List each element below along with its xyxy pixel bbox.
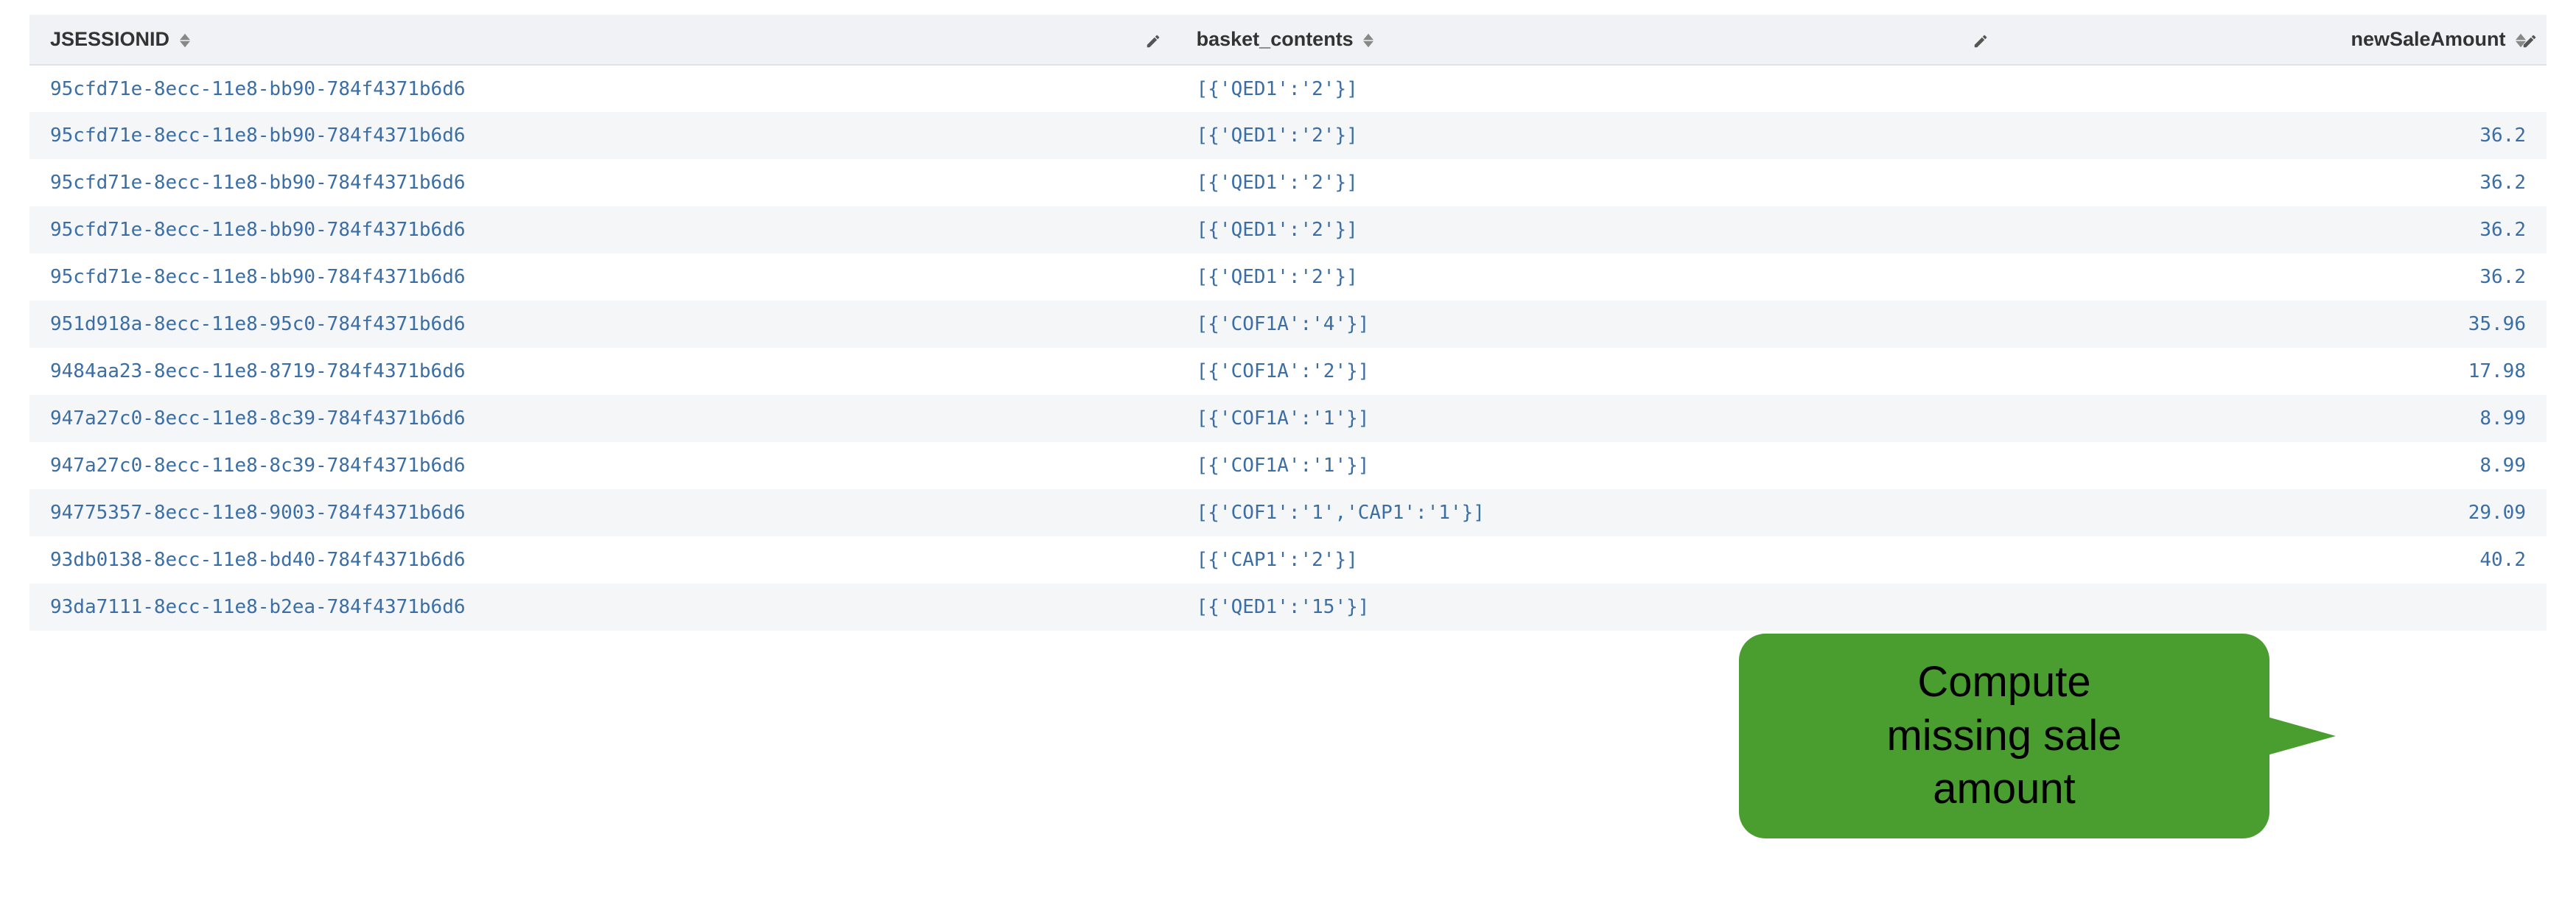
cell-jsessionid: 947a27c0-8ecc-11e8-8c39-784f4371b6d6 (29, 442, 1176, 489)
table-row[interactable]: 95cfd71e-8ecc-11e8-bb90-784f4371b6d6[{'Q… (29, 253, 2547, 301)
callout-line: missing sale (1783, 709, 2225, 763)
cell-jsessionid: 95cfd71e-8ecc-11e8-bb90-784f4371b6d6 (29, 112, 1176, 159)
cell-basket-contents: [{'QED1':'15'}] (1176, 584, 2003, 631)
data-table-container: JSESSIONID basket_contents (0, 0, 2576, 645)
cell-basket-contents: [{'COF1A':'1'}] (1176, 395, 2003, 442)
cell-newsaleamount: 8.99 (2003, 442, 2547, 489)
cell-jsessionid: 9484aa23-8ecc-11e8-8719-784f4371b6d6 (29, 348, 1176, 395)
cell-jsessionid: 95cfd71e-8ecc-11e8-bb90-784f4371b6d6 (29, 159, 1176, 206)
cell-jsessionid: 93da7111-8ecc-11e8-b2ea-784f4371b6d6 (29, 584, 1176, 631)
cell-newsaleamount: 35.96 (2003, 301, 2547, 348)
callout-arrow-icon (2262, 715, 2336, 757)
cell-basket-contents: [{'QED1':'2'}] (1176, 253, 2003, 301)
sort-icon[interactable] (180, 33, 190, 48)
callout-line: Compute (1783, 656, 2225, 709)
column-header-basket-contents[interactable]: basket_contents (1176, 15, 2003, 65)
table-row[interactable]: 95cfd71e-8ecc-11e8-bb90-784f4371b6d6[{'Q… (29, 65, 2547, 112)
callout-line: amount (1783, 763, 2225, 816)
cell-newsaleamount: 8.99 (2003, 395, 2547, 442)
column-label: newSaleAmount (2351, 28, 2505, 50)
cell-jsessionid: 951d918a-8ecc-11e8-95c0-784f4371b6d6 (29, 301, 1176, 348)
pencil-icon[interactable] (2521, 32, 2538, 48)
cell-newsaleamount: 40.2 (2003, 536, 2547, 584)
cell-newsaleamount: 36.2 (2003, 112, 2547, 159)
table-row[interactable]: 947a27c0-8ecc-11e8-8c39-784f4371b6d6[{'C… (29, 442, 2547, 489)
cell-basket-contents: [{'QED1':'2'}] (1176, 65, 2003, 112)
column-label: JSESSIONID (50, 28, 169, 50)
column-label: basket_contents (1197, 28, 1354, 50)
pencil-icon[interactable] (1973, 32, 1989, 48)
column-header-newsaleamount[interactable]: newSaleAmount (2003, 15, 2547, 65)
callout-bubble: Compute missing sale amount (1739, 634, 2269, 838)
cell-newsaleamount: 36.2 (2003, 206, 2547, 253)
table-row[interactable]: 947a27c0-8ecc-11e8-8c39-784f4371b6d6[{'C… (29, 395, 2547, 442)
cell-newsaleamount: 36.2 (2003, 159, 2547, 206)
cell-jsessionid: 94775357-8ecc-11e8-9003-784f4371b6d6 (29, 489, 1176, 536)
cell-basket-contents: [{'COF1A':'4'}] (1176, 301, 2003, 348)
cell-basket-contents: [{'COF1':'1','CAP1':'1'}] (1176, 489, 2003, 536)
table-row[interactable]: 95cfd71e-8ecc-11e8-bb90-784f4371b6d6[{'Q… (29, 112, 2547, 159)
data-table: JSESSIONID basket_contents (29, 15, 2547, 631)
cell-jsessionid: 95cfd71e-8ecc-11e8-bb90-784f4371b6d6 (29, 253, 1176, 301)
cell-jsessionid: 95cfd71e-8ecc-11e8-bb90-784f4371b6d6 (29, 206, 1176, 253)
table-row[interactable]: 93db0138-8ecc-11e8-bd40-784f4371b6d6[{'C… (29, 536, 2547, 584)
cell-jsessionid: 93db0138-8ecc-11e8-bd40-784f4371b6d6 (29, 536, 1176, 584)
cell-basket-contents: [{'QED1':'2'}] (1176, 206, 2003, 253)
cell-basket-contents: [{'CAP1':'2'}] (1176, 536, 2003, 584)
cell-jsessionid: 947a27c0-8ecc-11e8-8c39-784f4371b6d6 (29, 395, 1176, 442)
table-row[interactable]: 951d918a-8ecc-11e8-95c0-784f4371b6d6[{'C… (29, 301, 2547, 348)
table-row[interactable]: 95cfd71e-8ecc-11e8-bb90-784f4371b6d6[{'Q… (29, 159, 2547, 206)
cell-basket-contents: [{'QED1':'2'}] (1176, 112, 2003, 159)
table-row[interactable]: 95cfd71e-8ecc-11e8-bb90-784f4371b6d6[{'Q… (29, 206, 2547, 253)
cell-newsaleamount (2003, 65, 2547, 112)
cell-basket-contents: [{'COF1A':'1'}] (1176, 442, 2003, 489)
cell-newsaleamount: 36.2 (2003, 253, 2547, 301)
table-row[interactable]: 94775357-8ecc-11e8-9003-784f4371b6d6[{'C… (29, 489, 2547, 536)
cell-newsaleamount: 17.98 (2003, 348, 2547, 395)
cell-basket-contents: [{'COF1A':'2'}] (1176, 348, 2003, 395)
column-header-jsessionid[interactable]: JSESSIONID (29, 15, 1176, 65)
table-header-row: JSESSIONID basket_contents (29, 15, 2547, 65)
cell-newsaleamount (2003, 584, 2547, 631)
table-row[interactable]: 93da7111-8ecc-11e8-b2ea-784f4371b6d6[{'Q… (29, 584, 2547, 631)
pencil-icon[interactable] (1145, 32, 1161, 48)
cell-basket-contents: [{'QED1':'2'}] (1176, 159, 2003, 206)
cell-jsessionid: 95cfd71e-8ecc-11e8-bb90-784f4371b6d6 (29, 65, 1176, 112)
sort-icon[interactable] (1363, 33, 1373, 48)
cell-newsaleamount: 29.09 (2003, 489, 2547, 536)
table-row[interactable]: 9484aa23-8ecc-11e8-8719-784f4371b6d6[{'C… (29, 348, 2547, 395)
annotation-callout: Compute missing sale amount (1739, 634, 2269, 838)
